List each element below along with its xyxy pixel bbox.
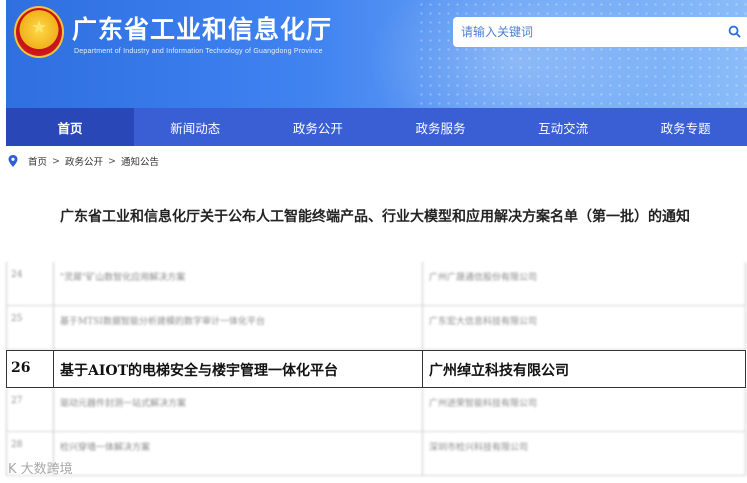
company-name: 广州广晟通信股份有限公司 [429, 273, 538, 283]
solution-name: "灵犀"矿山数智化应用解决方案 [54, 262, 423, 305]
table-row: 24 "灵犀"矿山数智化应用解决方案 广州广晟通信股份有限公司 [6, 262, 746, 306]
search-input[interactable] [461, 18, 711, 46]
site-subtitle: Department of Industry and Information T… [74, 48, 323, 55]
company-name: 广州绰立科技有限公司 [429, 363, 569, 379]
nav-item-gov-affairs[interactable]: 政务公开 [257, 108, 380, 146]
breadcrumb-separator: > [52, 155, 60, 167]
site-title[interactable]: 广东省工业和信息化厅 [72, 10, 332, 46]
company-name: 广东宏大信息科技有限公司 [429, 317, 538, 327]
solution-name: 驱动元器件封测一站式解决方案 [54, 388, 423, 431]
nav-item-news[interactable]: 新闻动态 [134, 108, 257, 146]
row-number: 24 [7, 262, 54, 305]
article-title: 广东省工业和信息化厅关于公布人工智能终端产品、行业大模型和应用解决方案名单（第一… [60, 209, 690, 225]
nav-item-interaction[interactable]: 互动交流 [502, 108, 625, 146]
row-number: 26 [7, 351, 54, 387]
watermark: K 大数跨境 [8, 462, 73, 477]
nav-item-home[interactable]: 首页 [6, 108, 134, 146]
company-name: 广州进荣智能科技有限公司 [429, 399, 538, 409]
company-name: 深圳市检兴科技有限公司 [429, 443, 529, 453]
solution-name: 基于AIOT的电梯安全与楼宇管理一体化平台 [54, 351, 423, 387]
solution-name: 检兴穿墙一体解决方案 [54, 432, 423, 475]
breadcrumb: 首页 > 政务公开 > 通知公告 [8, 154, 159, 168]
table-row-highlighted: 26 基于AIOT的电梯安全与楼宇管理一体化平台 广州绰立科技有限公司 [6, 350, 746, 388]
main-nav: 首页 新闻动态 政务公开 政务服务 互动交流 政务专题 [6, 108, 747, 146]
table-row: 28 检兴穿墙一体解决方案 深圳市检兴科技有限公司 [6, 432, 746, 476]
breadcrumb-notices[interactable]: 通知公告 [121, 154, 159, 168]
document-table: 24 "灵犀"矿山数智化应用解决方案 广州广晟通信股份有限公司 25 基于MTS… [6, 262, 746, 476]
location-pin-icon [8, 155, 18, 167]
row-number: 27 [7, 388, 54, 431]
search-box [453, 17, 747, 47]
nav-item-topics[interactable]: 政务专题 [624, 108, 747, 146]
row-number: 25 [7, 306, 54, 349]
site-header: ★ 广东省工业和信息化厅 Department of Industry and … [6, 0, 747, 108]
table-row: 27 驱动元器件封测一站式解决方案 广州进荣智能科技有限公司 [6, 388, 746, 432]
table-row: 25 基于MTSI数据智能分析建模的数字审计一体化平台 广东宏大信息科技有限公司 [6, 306, 746, 350]
breadcrumb-separator: > [108, 155, 116, 167]
national-emblem-icon[interactable]: ★ [14, 6, 64, 58]
breadcrumb-home[interactable]: 首页 [28, 154, 47, 168]
nav-item-gov-services[interactable]: 政务服务 [379, 108, 502, 146]
breadcrumb-gov-affairs[interactable]: 政务公开 [65, 154, 103, 168]
search-icon[interactable] [728, 25, 741, 38]
solution-name: 基于MTSI数据智能分析建模的数字审计一体化平台 [54, 306, 423, 349]
